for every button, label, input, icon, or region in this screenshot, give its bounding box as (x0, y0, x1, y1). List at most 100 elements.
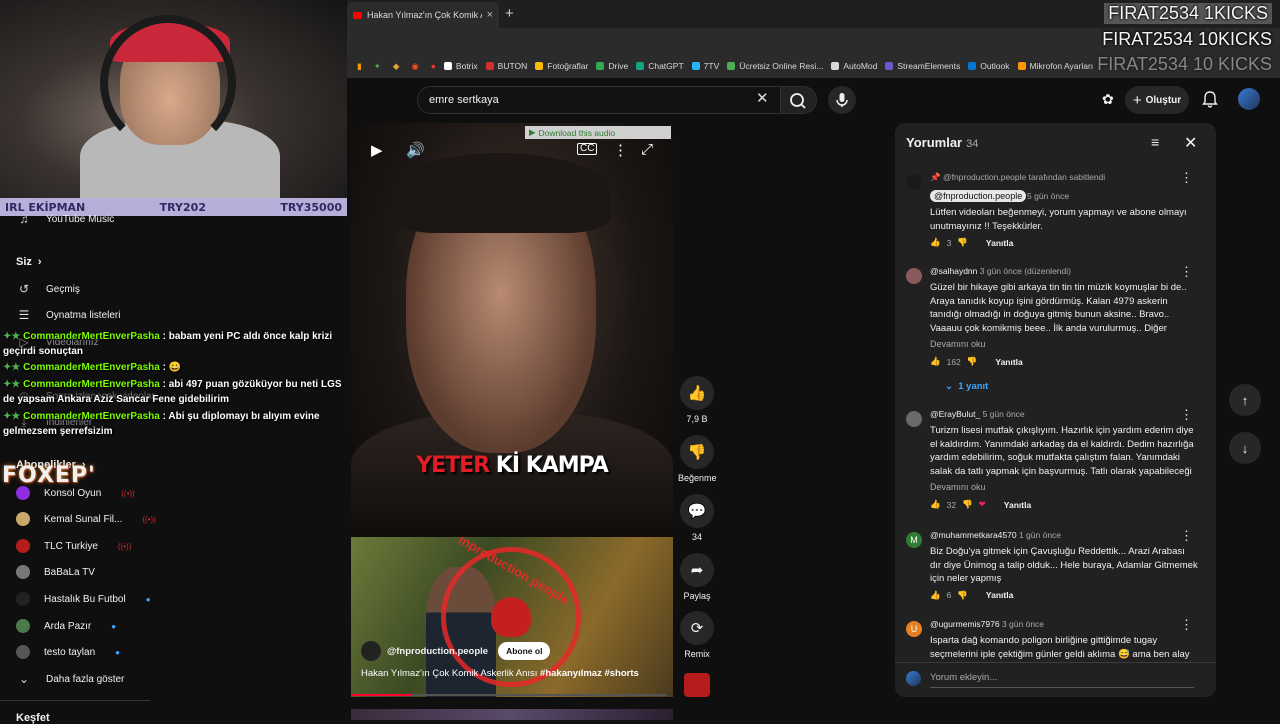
bookmark-item[interactable]: Mikrofon Ayarları (1017, 61, 1093, 71)
bookmark-item[interactable]: Outlook (968, 61, 1010, 71)
like-comment-icon[interactable]: 👍 (930, 356, 941, 367)
download-audio-button[interactable]: ▶ Download this audio (525, 126, 671, 139)
read-more-button[interactable]: Devamını oku (930, 339, 986, 349)
chat-message: ✦★ CommanderMertEnverPasha : 😀 (3, 360, 345, 375)
dislike-comment-icon[interactable]: 👎 (967, 356, 978, 367)
bookmark-item[interactable]: AutoMod (831, 61, 877, 71)
bookmark-item[interactable]: 7TV (691, 61, 719, 71)
more-options-icon[interactable]: ⋮ (613, 141, 628, 159)
dislike-comment-icon[interactable]: 👎 (957, 590, 968, 601)
sidebar-channel[interactable]: Arda Pazır ● (16, 619, 116, 633)
tab-close-icon[interactable]: × (487, 9, 493, 21)
captions-icon[interactable]: CC (577, 143, 598, 155)
fullscreen-icon[interactable]: ⤢ (641, 141, 653, 158)
comment-author[interactable]: @salhaydnn (930, 266, 977, 276)
search-input[interactable]: emre sertkaya (417, 86, 781, 114)
bookmark-item[interactable]: BUTON (485, 61, 527, 71)
microphone-icon (836, 93, 848, 107)
dislike-button[interactable]: 👎 Beğenme (678, 435, 717, 483)
browser-tab[interactable]: Hakan Yılmaz'ın Çok Komik Asl × (347, 2, 499, 28)
sort-icon[interactable]: ≡ (1151, 134, 1159, 150)
comment-menu-icon[interactable]: ⋮ (1180, 617, 1193, 633)
create-button[interactable]: + Oluştur (1125, 86, 1189, 114)
sidebar-channel[interactable]: Kemal Sunal Fil... ((•)) (16, 512, 156, 526)
bookmark-favicon-icon (485, 62, 494, 70)
account-avatar[interactable] (1238, 88, 1260, 110)
notifications-button[interactable] (1202, 90, 1218, 113)
like-comment-icon[interactable]: 👍 (930, 590, 941, 601)
next-video-preview[interactable] (351, 709, 673, 720)
reply-button[interactable]: Yanıtla (986, 238, 1013, 248)
comment-author[interactable]: @ErayBulut_ (930, 409, 980, 419)
bookmark-item[interactable]: Fotoğraflar (535, 61, 588, 71)
sidebar-channel[interactable]: BaBaLa TV (16, 565, 95, 579)
sidebar-item-youtube-music[interactable]: ♫ YouTube Music (16, 212, 115, 226)
sidebar-channel[interactable]: TLC Turkiye ((•)) (16, 539, 131, 553)
comment-menu-icon[interactable]: ⋮ (1180, 264, 1193, 280)
sidebar-channel[interactable]: Hastalık Bu Futbol ● (16, 592, 151, 606)
comment-author[interactable]: @ugurmemis7976 (930, 619, 1000, 629)
channel-avatar[interactable] (361, 641, 381, 661)
sidebar-item-history[interactable]: ↺ Geçmiş (16, 282, 80, 296)
chat-username: CommanderMertEnverPasha (23, 362, 160, 373)
cast-icon[interactable]: ✿ (1102, 91, 1114, 108)
reply-button[interactable]: Yanıtla (986, 590, 1013, 600)
comment-menu-icon[interactable]: ⋮ (1180, 170, 1193, 186)
clear-search-icon[interactable]: ✕ (756, 89, 769, 107)
comment-author-avatar[interactable] (906, 411, 922, 427)
show-more-button[interactable]: ⌄ Daha fazla göster (16, 672, 124, 686)
play-icon[interactable]: ▶ (371, 141, 383, 159)
remix-button[interactable]: ⟳ Remix (678, 611, 716, 659)
comment-author-avatar[interactable]: U (906, 621, 922, 637)
close-icon[interactable]: ✕ (1184, 133, 1197, 153)
comment-author-avatar[interactable]: M (906, 532, 922, 548)
search-icon (790, 93, 806, 109)
like-comment-icon[interactable]: 👍 (930, 499, 941, 510)
previous-short-button[interactable]: ↑ (1229, 384, 1261, 416)
bookmark-icon-2[interactable]: ✦ (374, 61, 381, 72)
subscribe-button[interactable]: Abone ol (498, 642, 551, 660)
comment-menu-icon[interactable]: ⋮ (1180, 528, 1193, 544)
share-button[interactable]: ➦ Paylaş (678, 553, 716, 601)
sidebar-channel[interactable]: Konsol Oyun ((•)) (16, 486, 135, 500)
add-comment-input[interactable]: Yorum ekleyin... (930, 672, 997, 683)
search-button[interactable] (781, 86, 817, 114)
bookmark-item[interactable]: ChatGPT (636, 61, 684, 71)
bookmark-item[interactable]: Botrix (443, 61, 478, 71)
comment-time: 5 gün önce (982, 409, 1025, 419)
bookmark-item[interactable]: Drive (596, 61, 628, 71)
comment-author[interactable]: @muhammetkara4570 (930, 530, 1017, 540)
voice-search-button[interactable] (828, 86, 856, 114)
comment-menu-icon[interactable]: ⋮ (1180, 407, 1193, 423)
next-short-button[interactable]: ↓ (1229, 432, 1261, 464)
sound-thumbnail[interactable] (684, 673, 710, 697)
shorts-video-player[interactable]: YETER Kİ KAMPA ▶ 🔊 CC ⋮ ⤢ (351, 123, 673, 537)
bookmark-item[interactable]: Ücretsiz Online Resi... (727, 61, 823, 71)
like-comment-icon[interactable]: 👍 (930, 237, 941, 248)
channel-name[interactable]: @fnproduction.people (387, 646, 488, 657)
bookmark-item[interactable]: StreamElements (885, 61, 960, 71)
dislike-comment-icon[interactable]: 👎 (957, 237, 968, 248)
comment-author-avatar[interactable] (906, 174, 922, 190)
sidebar-channel[interactable]: testo taylan ● (16, 645, 120, 659)
reply-button[interactable]: Yanıtla (1004, 500, 1031, 510)
comment-author-avatar[interactable] (906, 268, 922, 284)
sidebar-section-siz[interactable]: Siz › (16, 256, 42, 268)
like-button[interactable]: 👍 7,9 B (678, 376, 716, 424)
view-replies-button[interactable]: ⌄ 1 yanıt (945, 381, 988, 392)
new-tab-button[interactable]: + (505, 5, 514, 22)
pinned-author-tag[interactable]: @fnproduction.people (930, 190, 1027, 202)
sidebar-section-explore[interactable]: Keşfet (16, 712, 50, 724)
video-title[interactable]: Hakan Yılmaz'ın Çok Komik Askerlik Anısı… (361, 668, 639, 679)
sidebar-item-playlists[interactable]: ☰ Oynatma listeleri (16, 308, 121, 322)
read-more-button[interactable]: Devamını oku (930, 482, 986, 492)
reply-button[interactable]: Yanıtla (995, 357, 1022, 367)
bookmark-icon-3[interactable]: ◆ (393, 61, 400, 72)
channel-label: Konsol Oyun (44, 487, 102, 499)
bookmark-icon-4[interactable]: ◉ (411, 61, 418, 72)
bookmark-icon-1[interactable]: ▮ (357, 61, 362, 72)
dislike-comment-icon[interactable]: 👎 (962, 499, 973, 510)
bookmark-icons[interactable]: ▮ ✦ ◆ ◉ ● (357, 61, 436, 72)
volume-icon[interactable]: 🔊 (406, 141, 425, 159)
comments-button[interactable]: 💬 34 (678, 494, 716, 542)
